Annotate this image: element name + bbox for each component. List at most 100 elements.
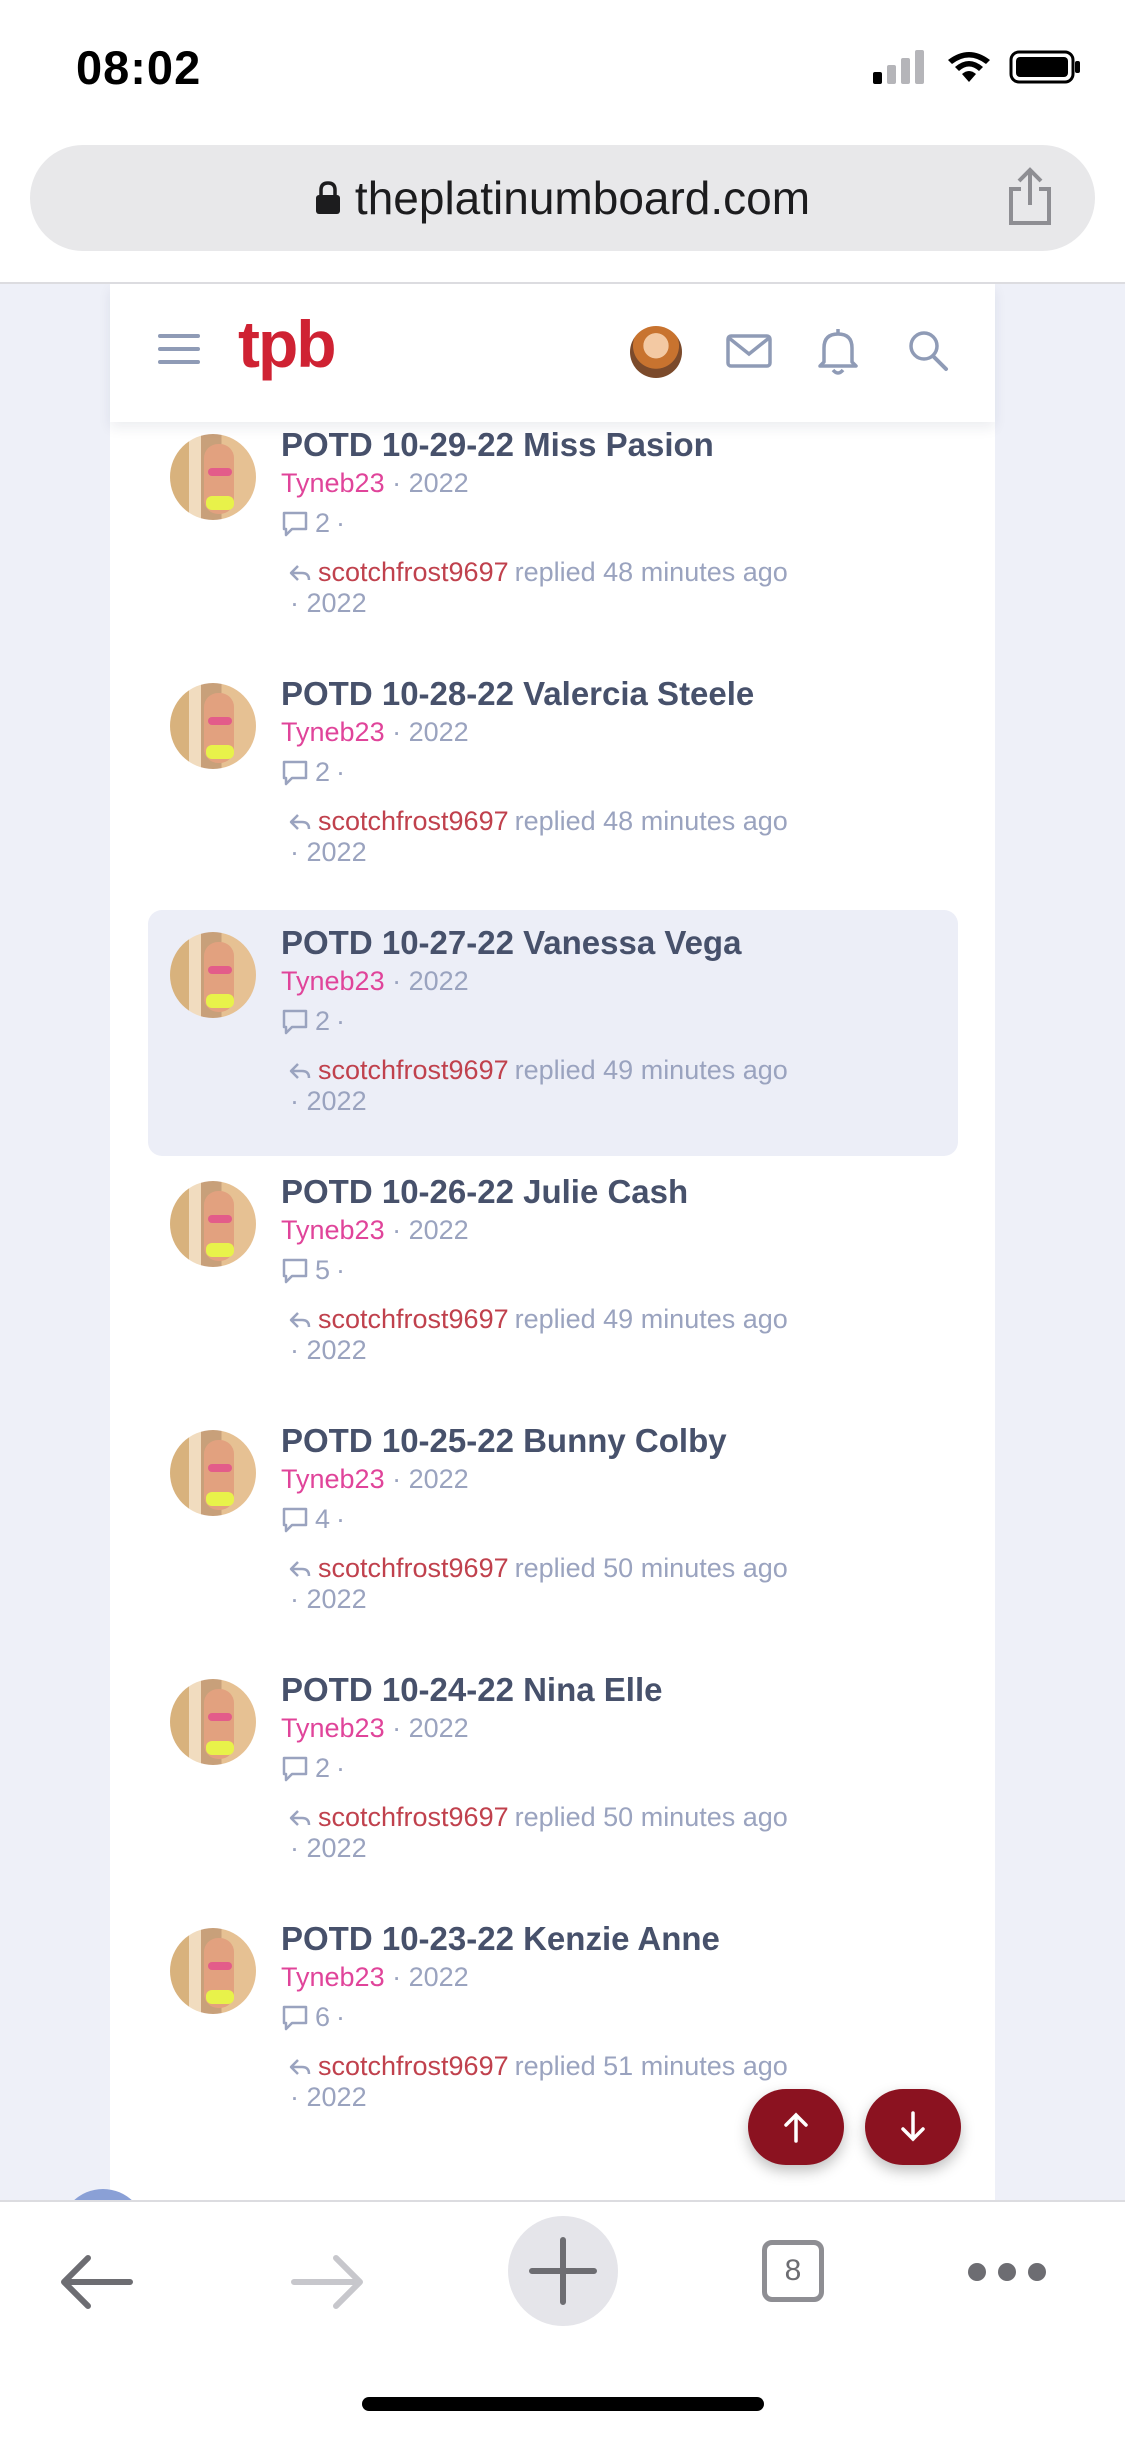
meta-separator: · [392,1962,402,1992]
thread-author[interactable]: Tyneb23 [281,1464,385,1494]
thread-author[interactable]: Tyneb23 [281,966,385,996]
thread-item[interactable]: POTD 10-28-22 Valercia Steele Tyneb23 · 2… [148,661,958,907]
last-reply-date: · 2022 [290,588,367,619]
page-background: tpb POTD 10-29-22 Miss Pasion Tyneb23 · 2… [0,284,1125,2200]
last-reply-user[interactable]: scotchfrost9697 [318,2051,509,2082]
last-reply-user[interactable]: scotchfrost9697 [318,1055,509,1086]
thread-author-avatar[interactable] [170,434,256,520]
site-logo[interactable]: tpb [238,306,337,382]
thread-title[interactable]: POTD 10-25-22 Bunny Colby [281,1422,727,1460]
bell-icon[interactable] [816,326,860,378]
thread-meta: Tyneb23 · 2022 [281,966,469,997]
thread-date: 2022 [408,966,469,996]
tabs-button[interactable]: 8 [762,2240,824,2302]
thread-author[interactable]: Tyneb23 [281,1713,385,1743]
meta-separator: · [392,966,402,996]
back-arrow-icon[interactable] [58,2252,134,2312]
thread-author[interactable]: Tyneb23 [281,717,385,747]
search-icon[interactable] [906,326,950,378]
meta-separator: · [290,2082,299,2112]
last-reply-user[interactable]: scotchfrost9697 [318,1802,509,1833]
thread-author-avatar[interactable] [170,683,256,769]
thread-author-avatar[interactable] [170,1679,256,1765]
thread-author[interactable]: Tyneb23 [281,1215,385,1245]
thread-meta: Tyneb23 · 2022 [281,1713,469,1744]
thread-replies: 2 · [281,508,345,539]
forum-header: tpb [110,284,995,422]
scroll-up-button[interactable] [748,2089,844,2165]
reply-count: 2 [315,508,331,538]
comment-icon [282,1009,308,1034]
hamburger-menu-icon[interactable] [158,334,200,370]
last-reply-time: replied 49 minutes ago [514,1304,788,1334]
thread-item[interactable]: POTD 10-24-22 Nina Elle Tyneb23 · 2022 2 · s… [148,1657,958,1903]
thread-title[interactable]: POTD 10-27-22 Vanessa Vega [281,924,741,962]
last-date-value: 2022 [306,837,367,867]
last-reply-user[interactable]: scotchfrost9697 [318,1304,509,1335]
reply-count: 2 [315,1006,331,1036]
thread-item[interactable]: POTD 10-27-22 Vanessa Vega Tyneb23 · 2022… [148,910,958,1156]
reply-arrow-icon [289,813,311,830]
thread-date: 2022 [408,717,469,747]
thread-item[interactable]: POTD 10-26-22 Julie Cash Tyneb23 · 2022 5 ·… [148,1159,958,1405]
thread-item[interactable]: POTD 10-25-22 Bunny Colby Tyneb23 · 2022 4… [148,1408,958,1654]
last-reply-date: · 2022 [290,1335,367,1366]
thread-date: 2022 [408,1962,469,1992]
thread-title[interactable]: POTD 10-26-22 Julie Cash [281,1173,688,1211]
arrow-down-icon [901,2111,925,2142]
arrow-up-icon [784,2112,808,2143]
new-tab-button[interactable] [508,2216,618,2326]
comment-icon [282,1756,308,1781]
comment-icon [282,1258,308,1283]
last-reply-user[interactable]: scotchfrost9697 [318,806,509,837]
meta-separator: · [336,2002,346,2032]
status-bar: 08:02 [0,0,1125,135]
forward-arrow-icon[interactable] [290,2252,366,2312]
last-reply-time: replied 48 minutes ago [514,806,788,836]
thread-meta: Tyneb23 · 2022 [281,468,469,499]
reply-count: 2 [315,757,331,787]
last-date-value: 2022 [306,1086,367,1116]
thread-meta: Tyneb23 · 2022 [281,1215,469,1246]
thread-author-avatar[interactable] [170,1181,256,1267]
thread-title[interactable]: POTD 10-24-22 Nina Elle [281,1671,662,1709]
reply-count: 6 [315,2002,331,2032]
thread-title[interactable]: POTD 10-23-22 Kenzie Anne [281,1920,720,1958]
mail-icon[interactable] [725,326,773,378]
meta-separator: · [392,1215,402,1245]
meta-separator: · [392,1713,402,1743]
more-dots-icon[interactable] [966,2260,1048,2284]
last-reply-date: · 2022 [290,1584,367,1615]
share-icon[interactable] [1005,167,1055,227]
last-date-value: 2022 [306,1833,367,1863]
thread-last-reply: scotchfrost9697 replied 50 minutes ago [288,1802,788,1833]
thread-author[interactable]: Tyneb23 [281,468,385,498]
last-reply-date: · 2022 [290,837,367,868]
url-text: theplatinumboard.com [354,172,811,224]
last-reply-user[interactable]: scotchfrost9697 [318,1553,509,1584]
thread-author-avatar[interactable] [170,1928,256,2014]
thread-author-avatar[interactable] [170,932,256,1018]
thread-date: 2022 [408,1713,469,1743]
thread-date: 2022 [408,1215,469,1245]
thread-meta: Tyneb23 · 2022 [281,1464,469,1495]
user-avatar[interactable] [630,326,682,378]
last-date-value: 2022 [306,1335,367,1365]
reply-arrow-icon [289,1311,311,1328]
thread-title[interactable]: POTD 10-28-22 Valercia Steele [281,675,754,713]
comment-icon [282,760,308,785]
reply-count: 5 [315,1255,331,1285]
thread-author[interactable]: Tyneb23 [281,1962,385,1992]
meta-separator: · [336,757,346,787]
thread-author-avatar[interactable] [170,1430,256,1516]
thread-meta: Tyneb23 · 2022 [281,1962,469,1993]
thread-title[interactable]: POTD 10-29-22 Miss Pasion [281,426,714,464]
meta-separator: · [290,588,299,618]
meta-separator: · [392,717,402,747]
meta-separator: · [336,508,346,538]
thread-meta: Tyneb23 · 2022 [281,717,469,748]
thread-item[interactable]: POTD 10-29-22 Miss Pasion Tyneb23 · 2022 2… [148,412,958,658]
scroll-down-button[interactable] [865,2089,961,2165]
last-reply-user[interactable]: scotchfrost9697 [318,557,509,588]
address-bar[interactable]: theplatinumboard.com [30,145,1095,251]
